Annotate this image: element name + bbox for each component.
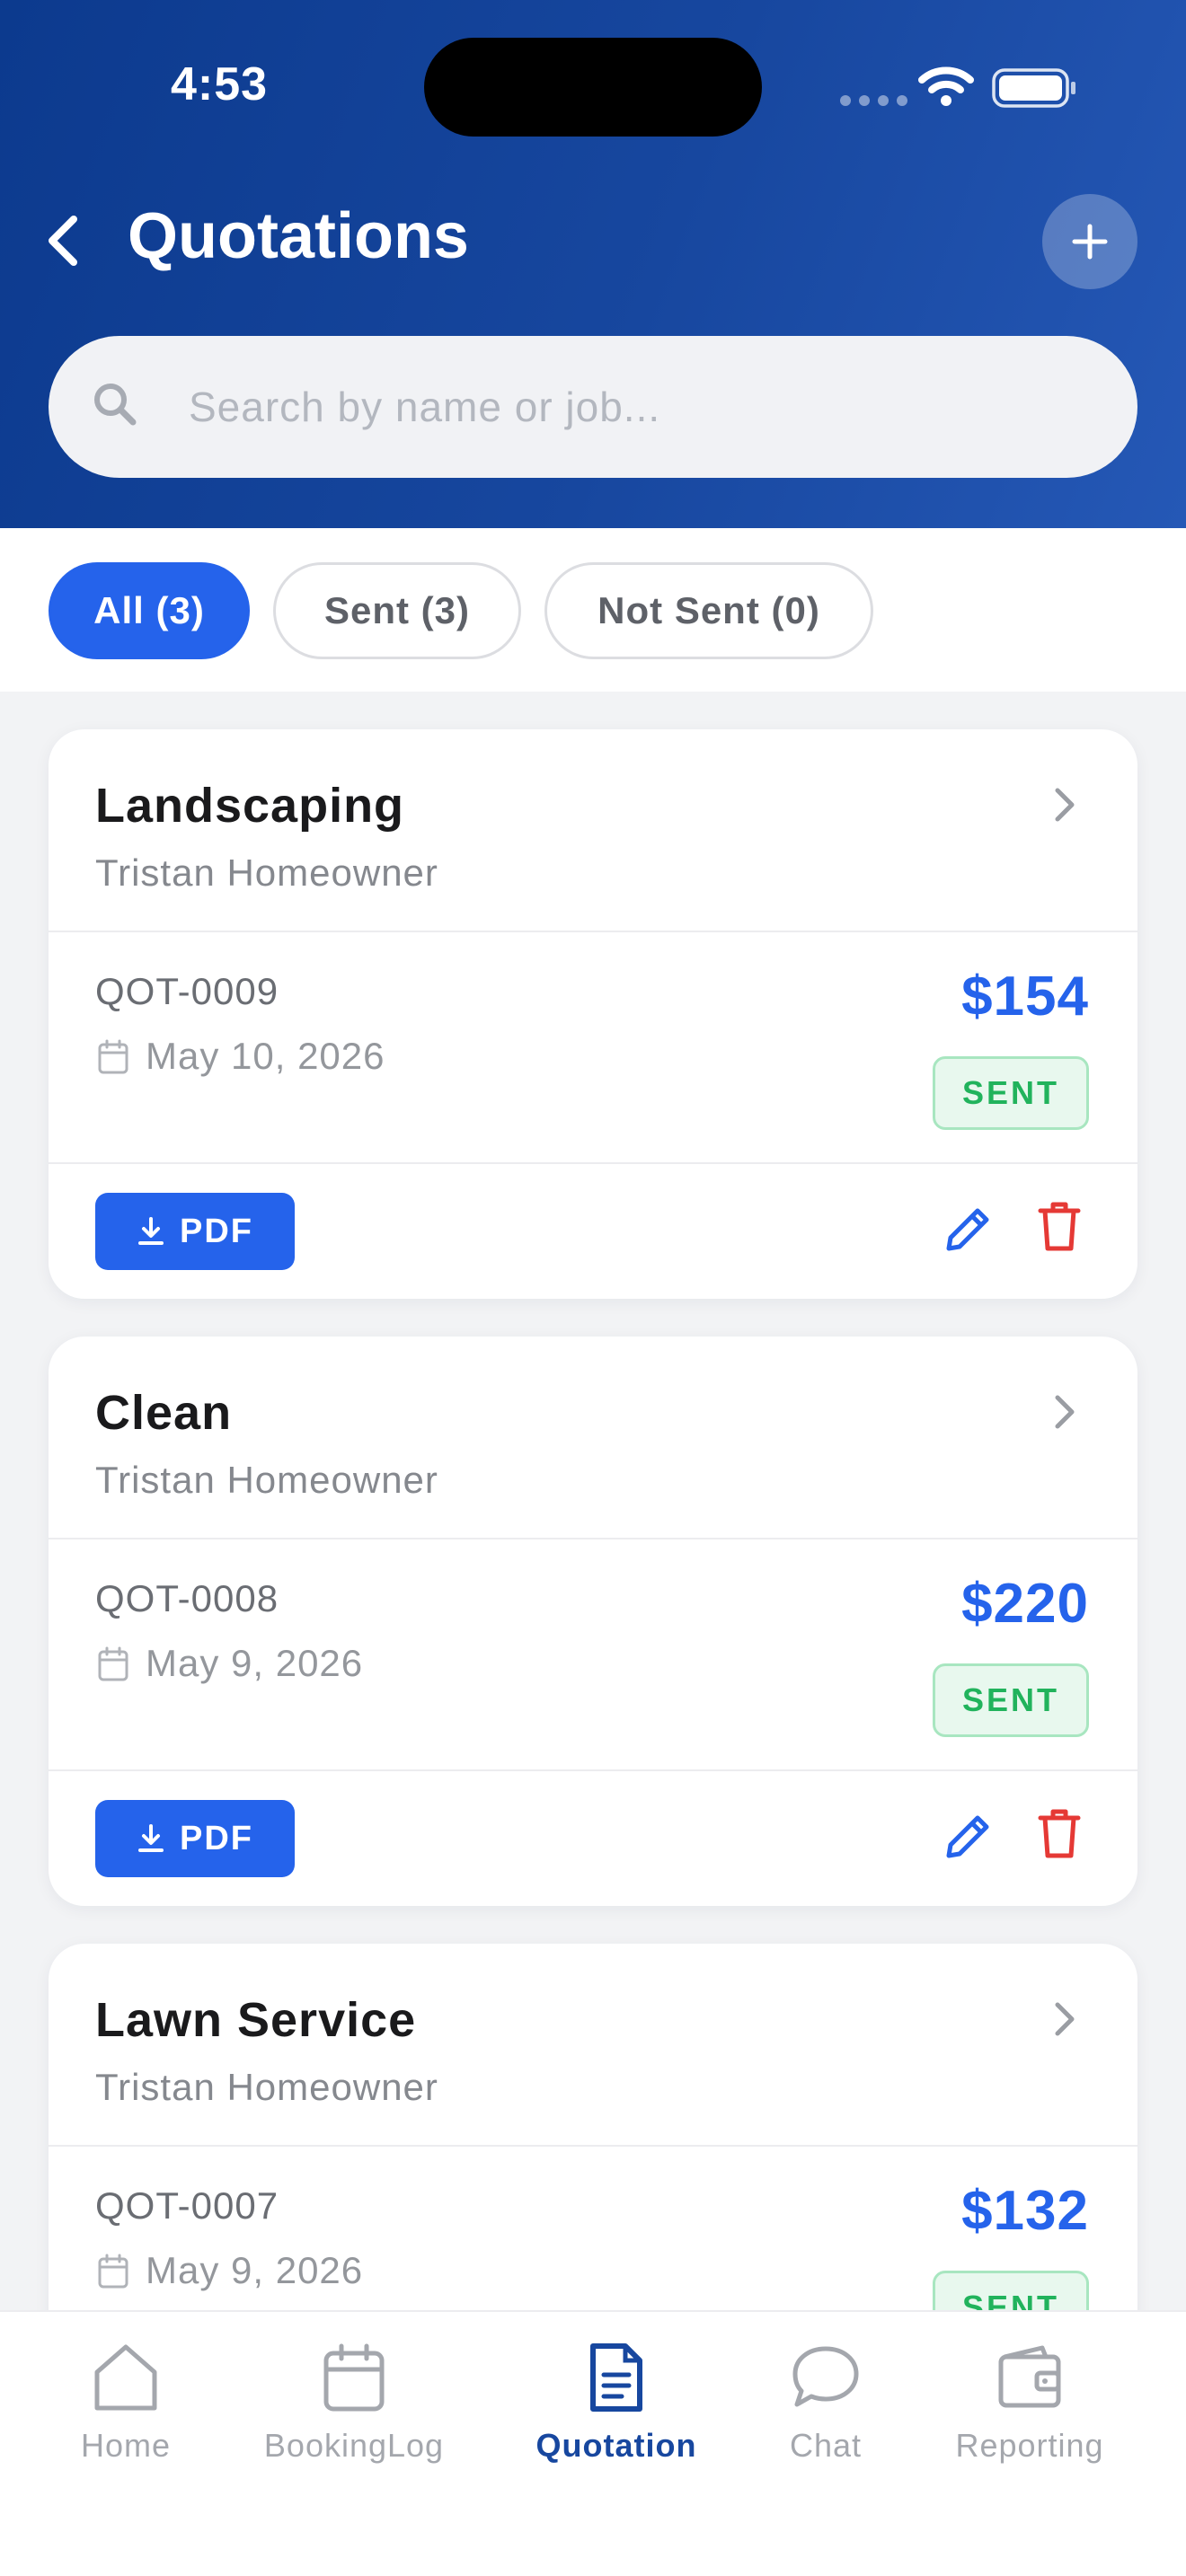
divider <box>49 1538 1137 1539</box>
chat-bubble-icon <box>792 2346 859 2407</box>
quotation-number: QOT-0007 <box>95 2184 279 2227</box>
quotation-date: May 10, 2026 <box>146 1035 385 1077</box>
nav-label: Quotation <box>535 2427 697 2464</box>
nav-label: Reporting <box>955 2427 1104 2464</box>
quotation-card[interactable]: Clean Tristan Homeowner QOT-0008 May 9, … <box>49 1337 1137 1906</box>
divider <box>49 931 1137 932</box>
status-badge: SENT <box>933 1056 1089 1130</box>
calendar-icon <box>98 1646 128 1681</box>
bottom-navigation: Home BookingLog Quotation Chat Reporting <box>0 2310 1186 2576</box>
nav-item-home[interactable]: Home <box>18 2339 234 2465</box>
quotation-number: QOT-0009 <box>95 970 279 1012</box>
filter-chip-sent[interactable]: Sent (3) <box>273 562 521 659</box>
home-icon <box>94 2344 157 2411</box>
page-title: Quotations <box>128 200 469 272</box>
nav-item-quotation[interactable]: Quotation <box>509 2339 724 2465</box>
quotation-number: QOT-0008 <box>95 1577 279 1619</box>
search-input[interactable] <box>189 336 1087 478</box>
quotation-date: May 9, 2026 <box>146 1642 364 1684</box>
edit-pencil-icon[interactable] <box>940 1809 996 1865</box>
status-badge: SENT <box>933 1663 1089 1737</box>
customer-name: Tristan Homeowner <box>95 1459 438 1501</box>
chevron-right-icon[interactable] <box>1051 1392 1078 1432</box>
pdf-label: PDF <box>180 1819 253 1857</box>
battery-icon <box>992 68 1075 108</box>
search-icon <box>94 384 137 426</box>
quotation-amount: $220 <box>961 1573 1089 1635</box>
filter-chip-all[interactable]: All (3) <box>49 562 250 659</box>
nav-label: Home <box>80 2427 172 2464</box>
download-pdf-button[interactable]: PDF <box>95 1800 295 1877</box>
nav-label: Chat <box>789 2427 863 2464</box>
calendar-icon <box>98 2254 128 2289</box>
quotation-date: May 9, 2026 <box>146 2249 364 2291</box>
divider <box>49 1769 1137 1771</box>
quotation-title: Landscaping <box>95 779 405 833</box>
download-pdf-button[interactable]: PDF <box>95 1193 295 1270</box>
download-icon <box>138 1824 164 1852</box>
edit-pencil-icon[interactable] <box>940 1202 996 1257</box>
search-box[interactable] <box>49 336 1137 478</box>
filter-chip-not-sent[interactable]: Not Sent (0) <box>544 562 873 659</box>
chevron-right-icon[interactable] <box>1051 1999 1078 2039</box>
nav-item-bookinglog[interactable]: BookingLog <box>246 2339 462 2465</box>
calendar-icon <box>323 2343 385 2412</box>
divider <box>49 1162 1137 1164</box>
nav-item-chat[interactable]: Chat <box>718 2339 934 2465</box>
quotation-title: Lawn Service <box>95 1993 417 2047</box>
trash-icon[interactable] <box>1037 1200 1082 1254</box>
app-header: 4:53 Quotations <box>0 0 1186 528</box>
quotation-title: Clean <box>95 1386 233 1440</box>
pdf-label: PDF <box>180 1212 253 1250</box>
plus-icon <box>1072 224 1108 260</box>
trash-icon[interactable] <box>1037 1807 1082 1861</box>
cellular-signal-icon <box>840 95 907 106</box>
customer-name: Tristan Homeowner <box>95 851 438 894</box>
dynamic-island <box>424 38 762 137</box>
nav-label: BookingLog <box>263 2427 445 2464</box>
back-button[interactable] <box>40 212 93 269</box>
wallet-icon <box>998 2345 1061 2408</box>
quotation-amount: $132 <box>961 2180 1089 2242</box>
calendar-icon <box>98 1039 128 1074</box>
quotation-card[interactable]: Landscaping Tristan Homeowner QOT-0009 M… <box>49 729 1137 1299</box>
status-time: 4:53 <box>171 58 269 110</box>
customer-name: Tristan Homeowner <box>95 2066 438 2108</box>
nav-item-reporting[interactable]: Reporting <box>922 2339 1137 2465</box>
divider <box>49 2145 1137 2147</box>
document-icon <box>590 2343 642 2412</box>
quotation-amount: $154 <box>961 966 1089 1028</box>
chevron-right-icon[interactable] <box>1051 785 1078 825</box>
wifi-icon <box>918 66 974 106</box>
download-icon <box>138 1217 164 1245</box>
add-quotation-button[interactable] <box>1042 194 1137 289</box>
filter-bar: All (3) Sent (3) Not Sent (0) <box>0 528 1186 692</box>
